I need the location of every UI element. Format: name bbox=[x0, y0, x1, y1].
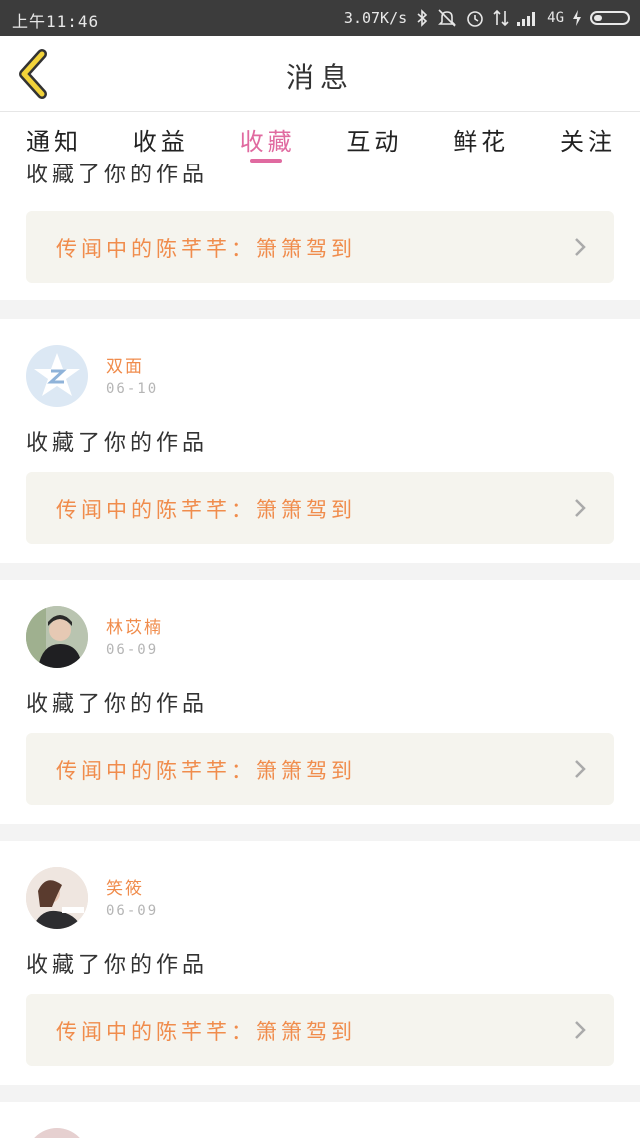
timestamp: 06-09 bbox=[106, 642, 159, 658]
message-feed[interactable]: 收藏了你的作品 传闻中的陈芊芊：箫箫驾到 双面 06-10 收藏了你的作品 传闻… bbox=[0, 164, 640, 1138]
chevron-right-icon bbox=[575, 499, 586, 517]
tab-interactions[interactable]: 互动 bbox=[346, 112, 402, 164]
username[interactable]: 林苡楠 bbox=[106, 613, 163, 638]
avatar[interactable] bbox=[26, 345, 88, 407]
list-item: 双面 06-10 收藏了你的作品 传闻中的陈芊芊：箫箫驾到 bbox=[0, 319, 640, 563]
alarm-icon bbox=[465, 8, 485, 28]
username[interactable]: 双面 bbox=[106, 352, 144, 377]
list-item bbox=[0, 1102, 640, 1138]
username[interactable]: 笑筱 bbox=[106, 874, 144, 899]
data-icon bbox=[493, 9, 509, 27]
charging-icon bbox=[572, 9, 582, 27]
work-title: 传闻中的陈芊芊：箫箫驾到 bbox=[56, 759, 356, 783]
work-title: 传闻中的陈芊芊：箫箫驾到 bbox=[56, 237, 356, 261]
default-avatar-icon bbox=[34, 353, 80, 396]
avatar[interactable] bbox=[26, 606, 88, 668]
work-reference[interactable]: 传闻中的陈芊芊：箫箫驾到 bbox=[26, 472, 614, 544]
user-photo bbox=[26, 606, 88, 668]
tab-favorites[interactable]: 收藏 bbox=[240, 112, 296, 164]
work-title: 传闻中的陈芊芊：箫箫驾到 bbox=[56, 1020, 356, 1044]
work-reference[interactable]: 传闻中的陈芊芊：箫箫驾到 bbox=[26, 733, 614, 805]
status-icons: 3.07K/s 4G bbox=[344, 6, 630, 30]
action-text: 收藏了你的作品 bbox=[26, 164, 209, 187]
status-time: 上午11:46 bbox=[12, 12, 100, 31]
chevron-right-icon bbox=[575, 1021, 586, 1039]
avatar[interactable] bbox=[26, 1128, 88, 1138]
work-reference[interactable]: 传闻中的陈芊芊：箫箫驾到 bbox=[26, 211, 614, 283]
header: 消息 bbox=[0, 36, 640, 112]
mute-icon bbox=[437, 8, 457, 28]
user-photo bbox=[26, 867, 88, 929]
network-speed: 3.07K/s bbox=[343, 9, 408, 27]
work-reference[interactable]: 传闻中的陈芊芊：箫箫驾到 bbox=[26, 994, 614, 1066]
tab-bar: 通知 收益 收藏 互动 鲜花 关注 bbox=[0, 112, 640, 164]
tab-flowers[interactable]: 鲜花 bbox=[453, 112, 509, 164]
tab-following[interactable]: 关注 bbox=[560, 112, 616, 164]
signal-icon bbox=[517, 10, 539, 26]
chevron-right-icon bbox=[575, 238, 586, 256]
list-item: 收藏了你的作品 传闻中的陈芊芊：箫箫驾到 bbox=[0, 164, 640, 300]
tab-earnings[interactable]: 收益 bbox=[133, 112, 189, 164]
list-item: 笑筱 06-09 收藏了你的作品 传闻中的陈芊芊：箫箫驾到 bbox=[0, 841, 640, 1085]
tab-notifications[interactable]: 通知 bbox=[26, 112, 82, 164]
status-bar: 上午11:46 3.07K/s 4G bbox=[0, 0, 640, 36]
action-text: 收藏了你的作品 bbox=[26, 692, 209, 717]
timestamp: 06-10 bbox=[106, 381, 159, 397]
list-item: 林苡楠 06-09 收藏了你的作品 传闻中的陈芊芊：箫箫驾到 bbox=[0, 580, 640, 824]
bluetooth-icon bbox=[415, 9, 429, 27]
network-type: 4G bbox=[547, 10, 564, 26]
chevron-right-icon bbox=[575, 760, 586, 778]
avatar[interactable] bbox=[26, 867, 88, 929]
action-text: 收藏了你的作品 bbox=[26, 431, 209, 456]
timestamp: 06-09 bbox=[106, 903, 159, 919]
work-title: 传闻中的陈芊芊：箫箫驾到 bbox=[56, 498, 356, 522]
page-title: 消息 bbox=[285, 61, 354, 94]
action-text: 收藏了你的作品 bbox=[26, 953, 209, 978]
battery-icon bbox=[590, 11, 630, 25]
